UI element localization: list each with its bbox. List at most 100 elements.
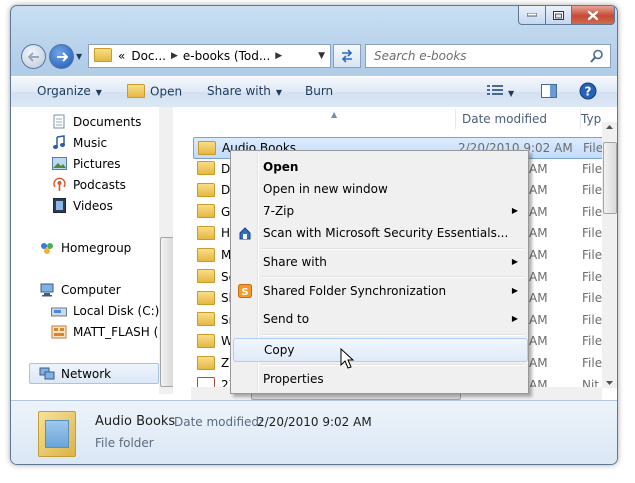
menu-item-properties[interactable]: Properties [233, 368, 526, 390]
submenu-arrow-icon: ▶ [511, 286, 518, 295]
search-input[interactable]: Search e-books [374, 49, 467, 63]
scrollbar-thumb[interactable] [160, 237, 174, 387]
search-box[interactable]: Search e-books [365, 44, 611, 68]
open-folder-icon [127, 84, 145, 98]
nav-item-pictures[interactable]: Pictures [51, 154, 121, 173]
menu-label: Properties [263, 372, 324, 386]
file-type: File [582, 269, 603, 284]
share-with-button[interactable]: Share with ▼ [207, 84, 282, 98]
refresh-button[interactable] [333, 44, 361, 68]
menu-separator [261, 334, 524, 336]
nav-item-homegroup[interactable]: Homegroup [39, 238, 131, 257]
nav-label: Homegroup [61, 240, 132, 255]
breadcrumb-chevron-icon[interactable]: ▶ [275, 51, 282, 61]
folder-icon [197, 269, 215, 284]
menu-label: Shared Folder Synchronization [263, 284, 447, 298]
column-label: Typ [581, 112, 602, 126]
open-button[interactable]: Open [127, 84, 182, 100]
address-bar[interactable]: « Doc... ▶ e-books (Tod... ▶ ▼ [88, 44, 331, 68]
change-view-button[interactable]: ▼ [487, 84, 514, 99]
svg-text:?: ? [585, 85, 592, 99]
videos-icon [51, 198, 67, 214]
column-header-name[interactable]: ▲ [191, 109, 456, 129]
nav-item-computer[interactable]: Computer [39, 280, 121, 299]
menu-label: 7-Zip [263, 204, 295, 218]
scrollbar-thumb[interactable] [603, 142, 617, 214]
open-label: Open [150, 84, 183, 99]
recent-pages-chevron-down-icon[interactable]: ▼ [76, 52, 82, 61]
security-essentials-icon [239, 227, 251, 240]
menu-label: Scan with Microsoft Security Essentials.… [263, 226, 509, 240]
minimize-button[interactable] [518, 6, 546, 25]
menu-item-share-with[interactable]: Share with ▶ [233, 251, 526, 273]
folder-icon [198, 140, 216, 155]
breadcrumb-overflow[interactable]: « [118, 49, 125, 63]
hard-drive-icon [51, 303, 67, 319]
folder-icon [94, 48, 112, 62]
sort-ascending-icon: ▲ [331, 110, 338, 119]
close-button[interactable] [572, 6, 615, 25]
burn-button[interactable]: Burn [305, 84, 333, 98]
forward-button[interactable] [49, 44, 74, 69]
back-button[interactable] [21, 44, 46, 69]
nav-label: Local Disk (C:) [73, 303, 159, 318]
file-list-vertical-scrollbar[interactable] [602, 122, 617, 388]
navigation-scrollbar[interactable] [159, 107, 174, 394]
search-icon[interactable] [590, 49, 604, 63]
close-icon [587, 10, 599, 20]
nav-item-documents[interactable]: Documents [51, 112, 141, 131]
breadcrumb-documents[interactable]: Doc... [131, 49, 166, 63]
folder-icon [197, 355, 215, 370]
nav-item-music[interactable]: Music [51, 133, 107, 152]
menu-item-scan[interactable]: Scan with Microsoft Security Essentials.… [233, 222, 526, 244]
submenu-arrow-icon: ▶ [511, 206, 518, 215]
menu-label: Copy [264, 343, 295, 357]
command-bar: Organize ▼ Open Share with ▼ Burn ▼ ? [11, 76, 617, 108]
folder-icon [197, 182, 215, 197]
menu-item-7zip[interactable]: 7-Zip ▶ [233, 200, 526, 222]
nav-label: Computer [61, 282, 121, 297]
navigation-pane[interactable]: Documents Music Pictures Podcasts Videos… [19, 107, 159, 394]
nav-item-matt-flash[interactable]: MATT_FLASH (E: [51, 322, 159, 341]
menu-separator [261, 364, 524, 366]
file-date: AM [529, 204, 548, 219]
nav-label: MATT_FLASH (E: [73, 324, 159, 339]
file-type: File [582, 204, 603, 219]
breadcrumb-chevron-icon[interactable]: ▶ [171, 51, 178, 61]
file-date: AM [529, 334, 548, 349]
menu-item-copy[interactable]: Copy [233, 338, 528, 362]
homegroup-icon [39, 240, 55, 256]
menu-item-open-new-window[interactable]: Open in new window [233, 178, 526, 200]
help-button[interactable]: ? [579, 82, 597, 103]
file-date: AM [529, 183, 548, 198]
menu-item-shared-folder-sync[interactable]: S Shared Folder Synchronization ▶ [233, 280, 526, 302]
documents-icon [51, 114, 67, 130]
pictures-icon [51, 156, 67, 172]
file-type: File [583, 141, 604, 155]
nav-label: Videos [73, 198, 113, 213]
menu-item-open[interactable]: Open [233, 156, 526, 178]
column-header-date[interactable]: Date modified [456, 109, 581, 129]
preview-pane-button[interactable] [541, 84, 557, 101]
breadcrumb-ebooks[interactable]: e-books (Tod... [183, 49, 270, 63]
nav-item-podcasts[interactable]: Podcasts [51, 175, 126, 194]
column-label: Date modified [462, 112, 548, 126]
scroll-up-arrow-icon[interactable] [602, 122, 617, 132]
file-type: File [582, 334, 603, 349]
address-history-chevron-down-icon[interactable]: ▼ [318, 51, 325, 61]
menu-separator [261, 276, 524, 278]
shared-folder-sync-icon: S [238, 284, 252, 298]
menu-separator [261, 248, 524, 250]
details-date-label: Date modified: [174, 415, 264, 429]
nav-item-network[interactable]: Network [29, 363, 159, 384]
nav-item-videos[interactable]: Videos [51, 196, 113, 215]
view-details-icon [487, 85, 503, 95]
file-date: AM [529, 161, 548, 176]
organize-button[interactable]: Organize ▼ [37, 84, 102, 98]
nav-item-local-disk[interactable]: Local Disk (C:) [51, 301, 159, 320]
submenu-arrow-icon: ▶ [511, 257, 518, 266]
folder-thumbnail-icon [38, 411, 76, 457]
scroll-down-arrow-icon[interactable] [602, 378, 617, 388]
menu-item-send-to[interactable]: Send to ▶ [233, 308, 526, 330]
maximize-button[interactable] [546, 6, 572, 25]
